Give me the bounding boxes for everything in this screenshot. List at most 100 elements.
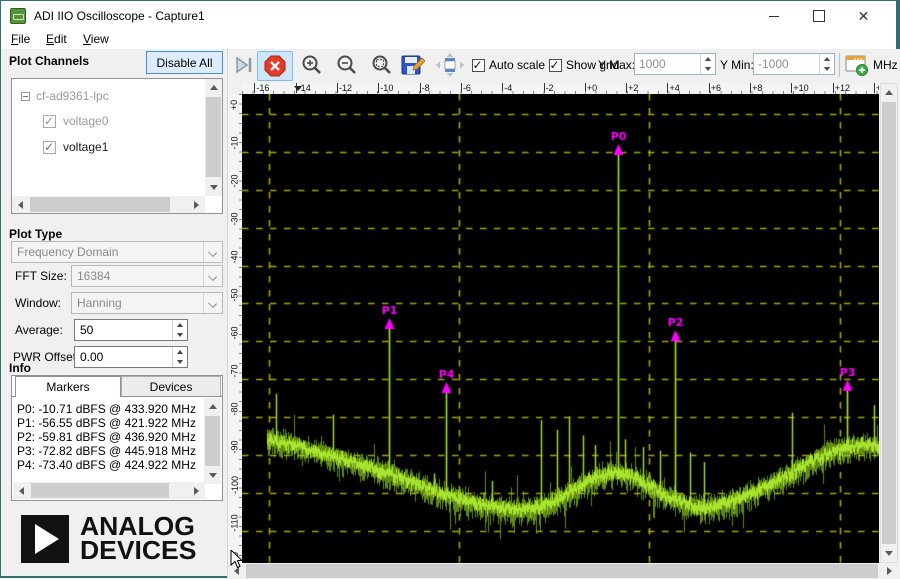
scroll-left-button[interactable] [12,196,29,213]
voltage1-checkbox[interactable] [43,140,56,154]
zoom-out-button[interactable] [333,52,361,78]
auto-scale-checkbox[interactable] [471,52,485,78]
markers-vertical-scrollbar[interactable] [204,398,221,484]
y-tick-label: -20 [229,174,240,188]
axis-drag-handle-icon[interactable] [294,86,302,91]
scroll-up-button[interactable] [205,79,222,96]
fft-size-label: FFT Size: [15,269,67,283]
y-tick-label: +0 [229,100,240,111]
tree-expander-icon[interactable] [21,92,30,101]
markers-list: P0: -10.71 dBFS @ 433.920 MHz P1: -56.55… [12,396,222,500]
capture-skip-button[interactable] [232,52,256,78]
marker-readout: P3: -72.82 dBFS @ 445.918 MHz [17,444,196,458]
average-spinner[interactable] [172,320,187,340]
x-tick-label: -6 [460,83,471,93]
x-tick-label: +0 [584,83,598,93]
checkbox-checked-icon [471,58,485,72]
menu-view[interactable]: View [83,32,109,46]
plot-vertical-scrollbar[interactable] [880,83,898,563]
tab-markers[interactable]: Markers [15,376,121,397]
chevron-down-icon [203,242,222,262]
scroll-up-button[interactable] [881,84,897,101]
y-tick-label: -60 [229,326,240,340]
scroll-right-button[interactable] [188,196,205,213]
zoom-in-button[interactable] [298,52,326,78]
adi-triangle-icon [35,524,59,554]
scrollbar-thumb[interactable] [882,102,896,544]
plot-horizontal-scrollbar[interactable] [228,563,898,579]
scrollbar-thumb[interactable] [205,416,220,466]
minimize-button[interactable] [751,1,796,31]
tree-vertical-scrollbar[interactable] [205,79,222,196]
tree-horizontal-scrollbar[interactable] [12,196,205,213]
scrollbar-thumb[interactable] [31,483,169,498]
info-title: Info [9,361,31,375]
plot-channels-title: Plot Channels [9,54,90,68]
auto-scale-label: Auto scale [489,58,546,72]
scroll-up-button[interactable] [204,398,221,415]
scroll-left-button[interactable] [13,482,30,499]
close-button[interactable]: ✕ [841,1,886,31]
spin-down-icon [705,67,711,71]
arrow-up-icon [209,85,218,90]
markers-horizontal-scrollbar[interactable] [13,482,205,499]
fft-size-select[interactable]: 16384 [71,265,223,287]
spectrum-plot[interactable] [242,94,879,563]
tab-devices[interactable]: Devices [121,376,221,397]
x-tick-label: +10 [791,83,809,93]
zoom-in-icon [302,55,321,74]
y-max-spinner[interactable] [700,54,715,74]
device-label[interactable]: cf-ad9361-lpc [36,89,109,103]
spin-up-icon [824,57,830,61]
voltage0-label[interactable]: voltage0 [63,114,108,128]
pan-button[interactable] [434,52,466,78]
menu-file[interactable]: File [11,32,30,46]
y-min-input[interactable]: -1000 [753,53,835,75]
x-tick-label: +4 [667,83,680,93]
y-min-spinner[interactable] [819,54,834,74]
x-tick-label: +2 [626,83,639,93]
save-icon [401,55,425,75]
x-tick-label: +8 [750,83,763,93]
voltage0-checkbox[interactable] [43,114,56,128]
scrollbar-thumb[interactable] [246,564,878,578]
menu-bar: File Edit View [1,31,896,49]
plot-region: -16-14-12-10-8-6-4-2+0+2+4+6+8+10+12+14 … [228,82,900,579]
y-tick-label: -110 [229,514,240,532]
stop-capture-button[interactable] [257,51,293,81]
average-input[interactable]: 50 [74,319,188,341]
scroll-right-button[interactable] [188,482,205,499]
scrollbar-thumb[interactable] [30,197,170,212]
app-window: ADI IIO Oscilloscope - Capture1 ✕ File E… [0,0,900,579]
y-tick-label: -80 [229,402,240,416]
scroll-down-button[interactable] [204,467,221,484]
window-select[interactable]: Hanning [71,292,223,314]
spin-down-icon [824,67,830,71]
menu-edit[interactable]: Edit [46,32,67,46]
x-tick-label: -10 [378,83,394,93]
spin-down-icon [177,360,183,364]
zoom-fit-button[interactable] [368,52,396,78]
info-panel: Markers Devices P0: -10.71 dBFS @ 433.92… [11,375,223,501]
minimize-icon [768,15,779,17]
maximize-button[interactable] [796,1,841,31]
scroll-down-button[interactable] [205,179,222,196]
x-tick-label: -8 [419,83,430,93]
scroll-right-button[interactable] [881,563,898,579]
save-button[interactable] [398,52,428,78]
pwr-offset-spinner[interactable] [172,347,187,367]
y-max-input[interactable]: 1000 [634,53,716,75]
scrollbar-thumb[interactable] [206,97,221,177]
title-bar: ADI IIO Oscilloscope - Capture1 ✕ [1,1,896,31]
new-plot-button[interactable] [843,52,871,78]
arrow-down-icon [208,473,217,478]
plot-type-select[interactable]: Frequency Domain [11,241,223,263]
disable-all-button[interactable]: Disable All [146,51,223,74]
scroll-down-button[interactable] [881,545,897,562]
voltage1-label[interactable]: voltage1 [63,140,108,154]
arrow-down-icon [885,551,893,556]
show-grid-checkbox[interactable] [548,52,562,78]
pwr-offset-input[interactable]: 0.00 [74,346,188,368]
app-icon [10,8,26,24]
spin-down-icon [177,333,183,337]
